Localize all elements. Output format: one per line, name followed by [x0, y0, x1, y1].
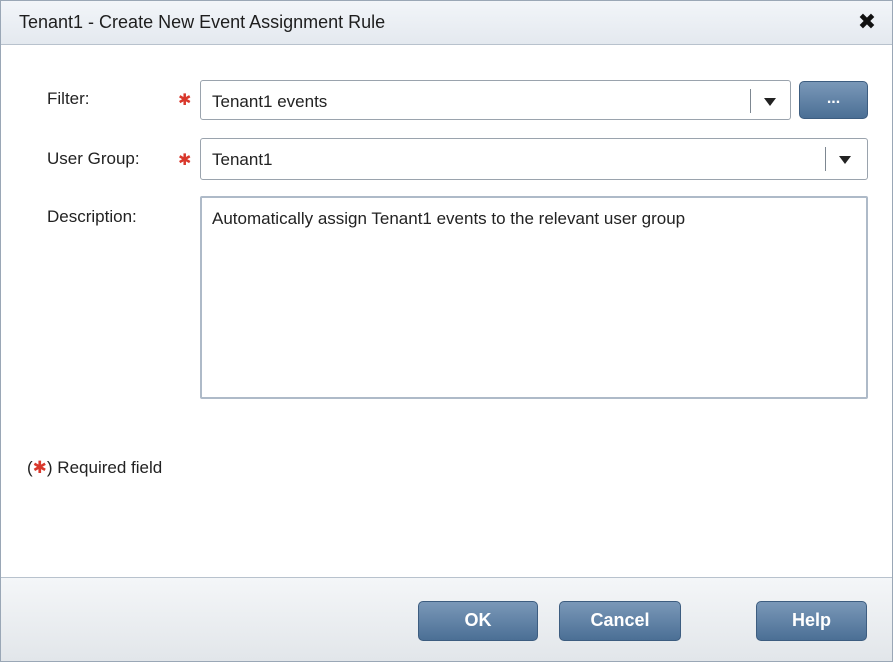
filter-select-value: Tenant1 events	[212, 92, 328, 111]
filter-required-icon: ✱	[178, 92, 192, 109]
cancel-button[interactable]: Cancel	[559, 601, 681, 641]
required-icon: ✱	[32, 458, 47, 477]
user-group-required-icon: ✱	[178, 152, 192, 169]
chevron-down-icon[interactable]	[839, 156, 851, 164]
close-icon[interactable]: ✖	[856, 11, 878, 33]
user-group-select-value: Tenant1	[212, 150, 273, 169]
browse-filter-button[interactable]: ...	[799, 81, 868, 119]
filter-label: Filter:	[47, 89, 90, 108]
create-rule-dialog: Tenant1 - Create New Event Assignment Ru…	[0, 0, 893, 662]
user-group-select[interactable]: Tenant1	[200, 138, 868, 180]
dialog-titlebar: Tenant1 - Create New Event Assignment Ru…	[1, 1, 892, 45]
filter-select-separator	[750, 89, 751, 113]
chevron-down-icon[interactable]	[764, 98, 776, 106]
description-label: Description:	[47, 207, 137, 226]
required-field-note: (✱) Required field	[27, 458, 162, 478]
description-textarea[interactable]: Automatically assign Tenant1 events to t…	[200, 196, 868, 399]
user-group-label: User Group:	[47, 149, 140, 168]
required-note-text: ) Required field	[46, 458, 163, 477]
dialog-title: Tenant1 - Create New Event Assignment Ru…	[19, 12, 386, 32]
user-group-select-separator	[825, 147, 826, 171]
ok-button[interactable]: OK	[418, 601, 538, 641]
help-button[interactable]: Help	[756, 601, 867, 641]
filter-select[interactable]: Tenant1 events	[200, 80, 791, 120]
dialog-footer: OK Cancel Help	[1, 577, 892, 661]
